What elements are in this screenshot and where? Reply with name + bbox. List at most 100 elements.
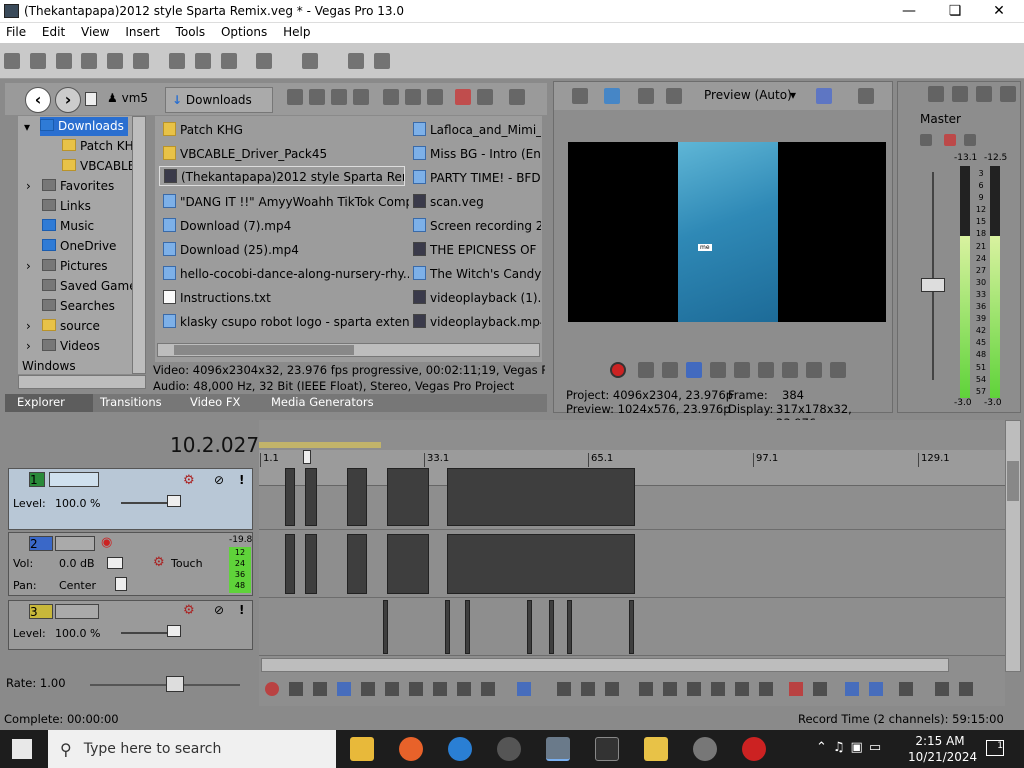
event-clip[interactable]: [445, 600, 450, 654]
event-clip[interactable]: [347, 534, 367, 594]
next-frame-icon[interactable]: [830, 362, 846, 378]
event-clip[interactable]: [447, 534, 635, 594]
record-icon[interactable]: [265, 682, 279, 696]
external-monitor-icon[interactable]: [604, 88, 620, 104]
file-list-scrollbar[interactable]: [157, 343, 540, 357]
menu-file[interactable]: File: [0, 23, 32, 39]
tree-item-music[interactable]: Music: [42, 217, 94, 236]
loop-playback-icon[interactable]: [638, 362, 654, 378]
copy-icon[interactable]: [194, 53, 211, 69]
redo-icon[interactable]: [302, 53, 319, 69]
file-explorer-icon[interactable]: [350, 737, 374, 761]
tree-item-vbcable[interactable]: VBCABLE_: [62, 157, 141, 176]
previous-frame-icon[interactable]: [806, 362, 822, 378]
previous-frame-icon[interactable]: [457, 682, 471, 696]
forward-button[interactable]: ›: [55, 87, 81, 113]
tab-video-fx[interactable]: Video FX: [190, 395, 240, 409]
file-item[interactable]: videoplayback (1).mp: [413, 288, 541, 308]
file-item[interactable]: klasky csupo robot logo - sparta exten..…: [163, 312, 409, 332]
video-fx-icon[interactable]: [666, 88, 682, 104]
pan-slider-handle[interactable]: [115, 577, 127, 591]
close-button[interactable]: ✕: [976, 0, 1022, 22]
chevron-down-icon[interactable]: ▾: [790, 88, 796, 102]
7zip-icon[interactable]: [595, 737, 619, 761]
lock-icon[interactable]: [759, 682, 773, 696]
file-item[interactable]: videoplayback.mp4: [413, 312, 541, 332]
overlays-icon[interactable]: [816, 88, 832, 104]
event-clip[interactable]: [347, 468, 367, 526]
event-clip[interactable]: [387, 534, 429, 594]
copy-snapshot-icon[interactable]: [858, 88, 874, 104]
meter-options-icon[interactable]: [1000, 86, 1016, 102]
file-item[interactable]: "DANG IT !!" AmyyWoahh TikTok Comp...: [163, 192, 409, 212]
tree-item-pictures[interactable]: Pictures: [42, 257, 108, 276]
go-to-end-icon[interactable]: [782, 362, 798, 378]
undo-icon[interactable]: [256, 53, 273, 69]
play-from-start-icon[interactable]: [313, 682, 327, 696]
location-breadcrumb[interactable]: ↓ Downloads: [165, 87, 273, 113]
expand-arrow-icon[interactable]: ▾: [24, 118, 30, 137]
event-pan-crop-icon[interactable]: [935, 682, 949, 696]
file-item[interactable]: Patch KHG: [163, 120, 409, 140]
downmix-icon[interactable]: [952, 86, 968, 102]
tree-item-downloads[interactable]: Downloads: [40, 117, 128, 136]
stop-icon[interactable]: [734, 362, 750, 378]
tree-item-searches[interactable]: Searches: [42, 297, 115, 316]
master-fader-handle[interactable]: [921, 278, 945, 292]
minimize-button[interactable]: —: [886, 0, 932, 22]
event-clip[interactable]: [305, 468, 317, 526]
tab-media-generators[interactable]: Media Generators: [271, 395, 374, 409]
event-clip[interactable]: [387, 468, 429, 526]
event-clip[interactable]: [567, 600, 572, 654]
refresh-icon[interactable]: [309, 89, 325, 105]
taskbar-search-box[interactable]: ⚲ Type here to search: [48, 730, 336, 768]
menu-view[interactable]: View: [75, 23, 115, 39]
menu-help[interactable]: Help: [277, 23, 316, 39]
file-item[interactable]: PARTY TIME! - BFDI: [413, 168, 541, 188]
selection-tool-icon[interactable]: [581, 682, 595, 696]
tab-transitions[interactable]: Transitions: [100, 395, 162, 409]
stop-icon[interactable]: [385, 682, 399, 696]
event-clip[interactable]: [629, 600, 634, 654]
cut-icon[interactable]: [168, 53, 185, 69]
track-3-lane[interactable]: [259, 598, 1005, 656]
chrome-icon[interactable]: [448, 737, 472, 761]
event-clip[interactable]: [305, 534, 317, 594]
trim-start-icon[interactable]: [687, 682, 701, 696]
track-1-lane[interactable]: [259, 466, 1005, 530]
event-clip[interactable]: [527, 600, 532, 654]
tree-item-source[interactable]: source: [42, 317, 100, 336]
track-1-video[interactable]: 1 Level: 100.0 % ⚙ ⊘ !: [8, 468, 253, 530]
add-favorite-icon[interactable]: [455, 89, 471, 105]
media-player-icon[interactable]: [497, 737, 521, 761]
tree-item-patch-khg[interactable]: Patch KHG: [62, 137, 143, 156]
mute-icon[interactable]: ⊘: [214, 603, 224, 617]
event-clip[interactable]: [447, 468, 635, 526]
file-item[interactable]: Download (7).mp4: [163, 216, 409, 236]
folder-up-icon[interactable]: [287, 89, 303, 105]
back-button[interactable]: ‹: [25, 87, 51, 113]
insert-region-icon[interactable]: [813, 682, 827, 696]
tree-item-onedrive[interactable]: OneDrive: [42, 237, 116, 256]
go-to-start-icon[interactable]: [758, 362, 774, 378]
get-media-icon[interactable]: [477, 89, 493, 105]
open-icon[interactable]: [29, 53, 46, 69]
file-item-selected[interactable]: (Thekantapapa)2012 style Sparta Remi...: [159, 166, 405, 186]
tree-item-videos[interactable]: Videos: [42, 337, 100, 356]
view-mode-icon[interactable]: [509, 89, 525, 105]
rate-slider-handle[interactable]: [166, 676, 184, 692]
tree-item-windows[interactable]: Windows: [22, 357, 76, 374]
scroll-thumb[interactable]: [174, 345, 354, 355]
track-name-field[interactable]: [55, 536, 95, 551]
file-item[interactable]: The Witch's Candy Sl: [413, 264, 541, 284]
event-clip[interactable]: [549, 600, 554, 654]
taskbar-clock[interactable]: 2:15 AM 10/21/2024: [908, 733, 977, 765]
tree-item-saved-games[interactable]: Saved Games: [42, 277, 143, 296]
maximize-button[interactable]: ❏: [932, 0, 978, 22]
track-name-field[interactable]: [49, 472, 99, 487]
file-item[interactable]: hello-cocobi-dance-along-nursery-rhy...: [163, 264, 409, 284]
track-3-video[interactable]: 3 Level: 100.0 % ⚙ ⊘ !: [8, 600, 253, 650]
paste-icon[interactable]: [220, 53, 237, 69]
vegas-pro-taskbar-icon[interactable]: [546, 737, 570, 761]
solo-icon[interactable]: !: [239, 473, 244, 487]
